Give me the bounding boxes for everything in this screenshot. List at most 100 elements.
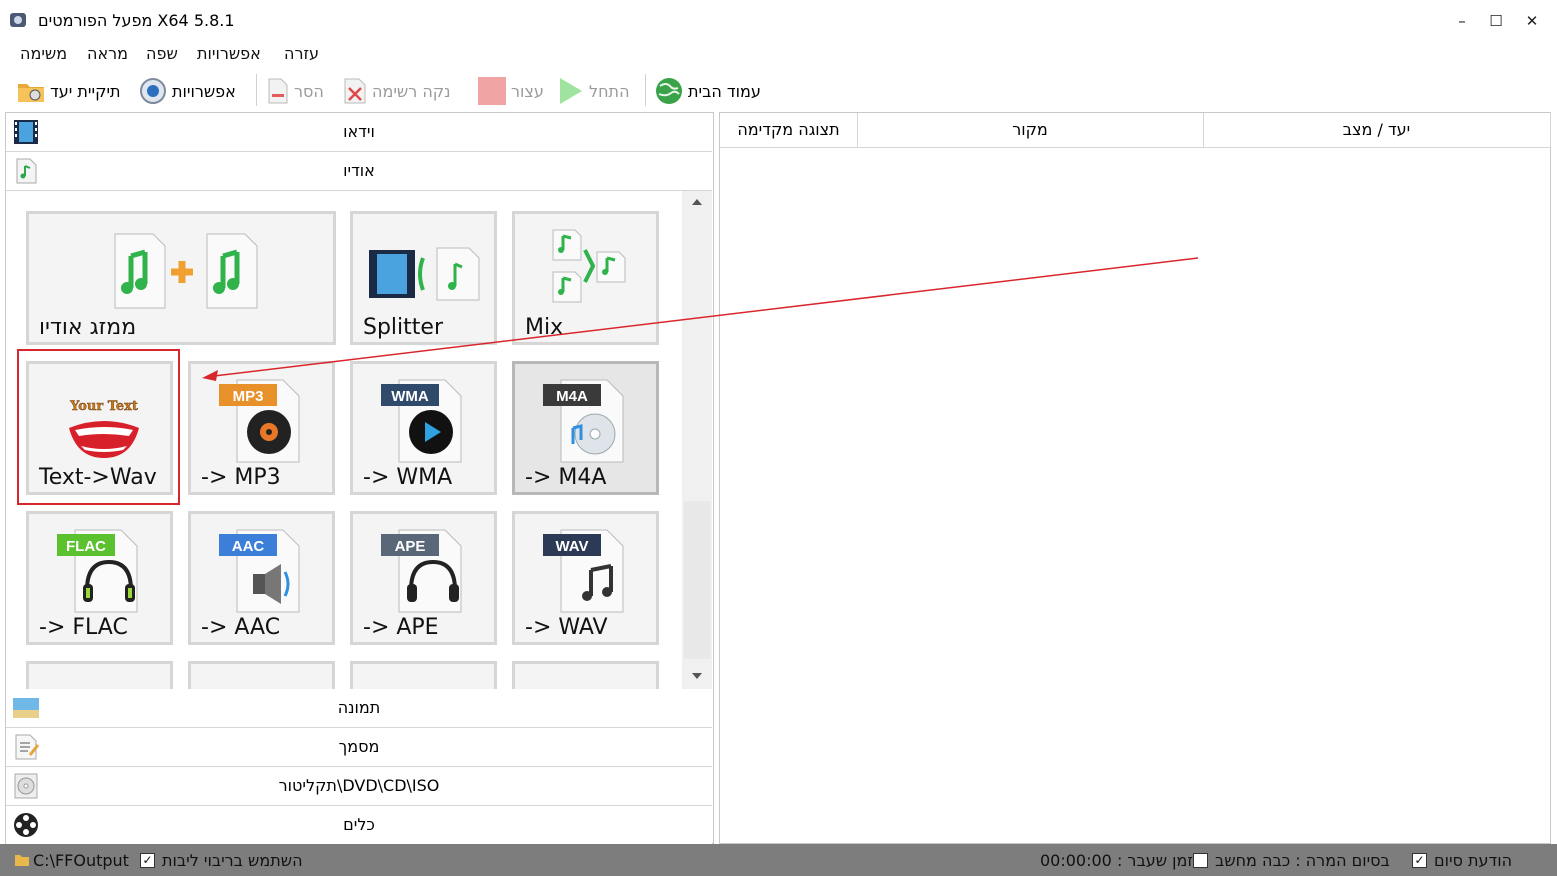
maximize-button[interactable]: ☐	[1476, 8, 1516, 34]
stop-button[interactable]: עצור	[477, 76, 544, 106]
column-source[interactable]: מקור	[857, 113, 1204, 148]
clear-list-button[interactable]: נקה רשימה	[342, 76, 451, 106]
scrollbar-thumb[interactable]	[684, 501, 710, 659]
tile-to-flac-label: -> FLAC	[39, 615, 128, 640]
tile-to-wma-label: -> WMA	[363, 465, 453, 490]
output-path[interactable]: C:\FFOutput	[33, 851, 129, 870]
category-audio[interactable]: אודיו	[6, 152, 712, 191]
home-label: עמוד הבית	[688, 81, 761, 101]
audio-joiner-icon	[114, 233, 258, 309]
close-button[interactable]: ✕	[1512, 8, 1552, 34]
stop-icon	[478, 77, 506, 105]
menu-view[interactable]: מראה	[87, 44, 128, 63]
menu-language[interactable]: שפה	[146, 44, 178, 63]
toolbar-separator	[256, 74, 257, 106]
ape-badge: APE	[395, 538, 426, 555]
wav-badge: WAV	[555, 538, 588, 555]
tile-audio-joiner-label: ממזג אודיו	[39, 315, 137, 340]
app-icon	[10, 13, 26, 27]
wma-badge: WMA	[391, 388, 429, 405]
tile-to-wav-label: -> WAV	[525, 615, 608, 640]
clear-list-label: נקה רשימה	[372, 81, 451, 101]
menu-help[interactable]: עזרה	[284, 44, 319, 63]
category-audio-label: אודיו	[343, 161, 375, 180]
menu-bar: עזרה אפשרויות שפה מראה משימה	[0, 42, 1557, 68]
wma-file-icon: WMA	[381, 379, 462, 463]
m4a-file-icon: M4A	[543, 379, 624, 463]
shutdown-label: בסיום המרה : כבה מחשב	[1215, 851, 1390, 870]
multithread-label: השתמש בריבוי ליבות	[162, 851, 303, 870]
remove-label: הסר	[294, 81, 324, 101]
options-label: אפשרויות	[172, 81, 236, 101]
column-destination-status[interactable]: יעד / מצב	[1203, 113, 1551, 148]
column-preview[interactable]: תצוגה מקדימה	[720, 113, 858, 148]
mp3-badge: MP3	[233, 388, 264, 405]
tile-to-m4a-label: -> M4A	[525, 465, 607, 490]
tile-to-m4a[interactable]: M4A -> M4A	[512, 361, 659, 495]
output-folder-button[interactable]: תיקיית יעד	[16, 76, 121, 106]
category-video[interactable]: וידאו	[6, 113, 712, 152]
gear-icon	[140, 78, 166, 104]
tile-splitter-label: Splitter	[363, 315, 443, 340]
scroll-down-arrow-icon[interactable]	[690, 671, 704, 681]
remove-button[interactable]: הסר	[266, 76, 324, 106]
tile-audio-joiner[interactable]: ממזג אודיו	[26, 211, 336, 345]
globe-icon	[656, 78, 682, 104]
status-bar: C:\FFOutput ✓ השתמש בריבוי ליבות 00:00:0…	[0, 844, 1557, 876]
shutdown-checkbox[interactable]	[1193, 853, 1208, 868]
mp3-file-icon: MP3	[219, 379, 300, 463]
tile-partial[interactable]	[512, 661, 659, 689]
highlight-box	[17, 349, 180, 505]
tile-mix[interactable]: Mix	[512, 211, 659, 345]
play-icon	[560, 78, 582, 104]
toolbar: תיקיית יעד אפשרויות הסר נקה רשימה עצור ה…	[0, 70, 1557, 110]
clear-list-icon	[344, 78, 366, 104]
notify-checkbox[interactable]: ✓	[1412, 853, 1427, 868]
notify-label: הודעת סיום	[1434, 851, 1513, 870]
aac-file-icon: AAC	[219, 529, 300, 613]
tile-to-mp3[interactable]: MP3 -> MP3	[188, 361, 335, 495]
menu-task[interactable]: משימה	[20, 44, 67, 63]
scroll-up-arrow-icon[interactable]	[690, 197, 704, 207]
category-document[interactable]: מסמך	[6, 728, 712, 767]
tile-partial[interactable]	[350, 661, 497, 689]
aac-badge: AAC	[232, 538, 265, 555]
stop-label: עצור	[511, 81, 544, 101]
folder-icon	[18, 84, 44, 102]
start-button[interactable]: התחל	[557, 76, 630, 106]
splitter-icon	[369, 247, 480, 301]
tile-to-flac[interactable]: FLAC -> FLAC	[26, 511, 173, 645]
category-video-label: וידאו	[343, 122, 375, 141]
tile-partial[interactable]	[188, 661, 335, 689]
output-folder-label: תיקיית יעד	[50, 81, 121, 101]
title-bar: מפעל הפורמטים X64 5.8.1 – ☐ ✕	[0, 0, 1557, 42]
ape-file-icon: APE	[381, 529, 462, 613]
tile-to-wma[interactable]: WMA -> WMA	[350, 361, 497, 495]
category-document-label: מסמך	[338, 737, 380, 756]
tile-splitter[interactable]: Splitter	[350, 211, 497, 345]
tile-mix-label: Mix	[525, 315, 564, 340]
toolbar-separator	[645, 74, 646, 106]
tile-to-wav[interactable]: WAV -> WAV	[512, 511, 659, 645]
tile-to-ape[interactable]: APE -> APE	[350, 511, 497, 645]
tile-partial[interactable]	[26, 661, 173, 689]
category-picture[interactable]: תמונה	[6, 689, 712, 728]
multithread-checkbox[interactable]: ✓	[140, 853, 155, 868]
category-rom[interactable]: תקליטור\DVD\CD\ISO	[6, 767, 712, 806]
options-button[interactable]: אפשרויות	[138, 76, 236, 106]
mix-icon	[552, 229, 626, 303]
category-tools[interactable]: כלים	[6, 806, 712, 845]
grid-scrollbar[interactable]	[682, 191, 712, 689]
remove-icon	[268, 78, 288, 104]
start-label: התחל	[589, 81, 630, 101]
menu-options[interactable]: אפשרויות	[197, 44, 261, 63]
tile-to-mp3-label: -> MP3	[201, 465, 281, 490]
folder-icon	[15, 855, 29, 866]
category-picture-label: תמונה	[337, 698, 381, 717]
home-button[interactable]: עמוד הבית	[654, 76, 761, 106]
tile-to-aac[interactable]: AAC -> AAC	[188, 511, 335, 645]
task-list[interactable]: יעד / מצב מקור תצוגה מקדימה	[719, 112, 1551, 844]
wav-file-icon: WAV	[543, 529, 624, 613]
category-rom-label: תקליטור\DVD\CD\ISO	[278, 776, 440, 795]
elapsed-time: 00:00:00 : זמן שעבר	[1040, 851, 1193, 870]
